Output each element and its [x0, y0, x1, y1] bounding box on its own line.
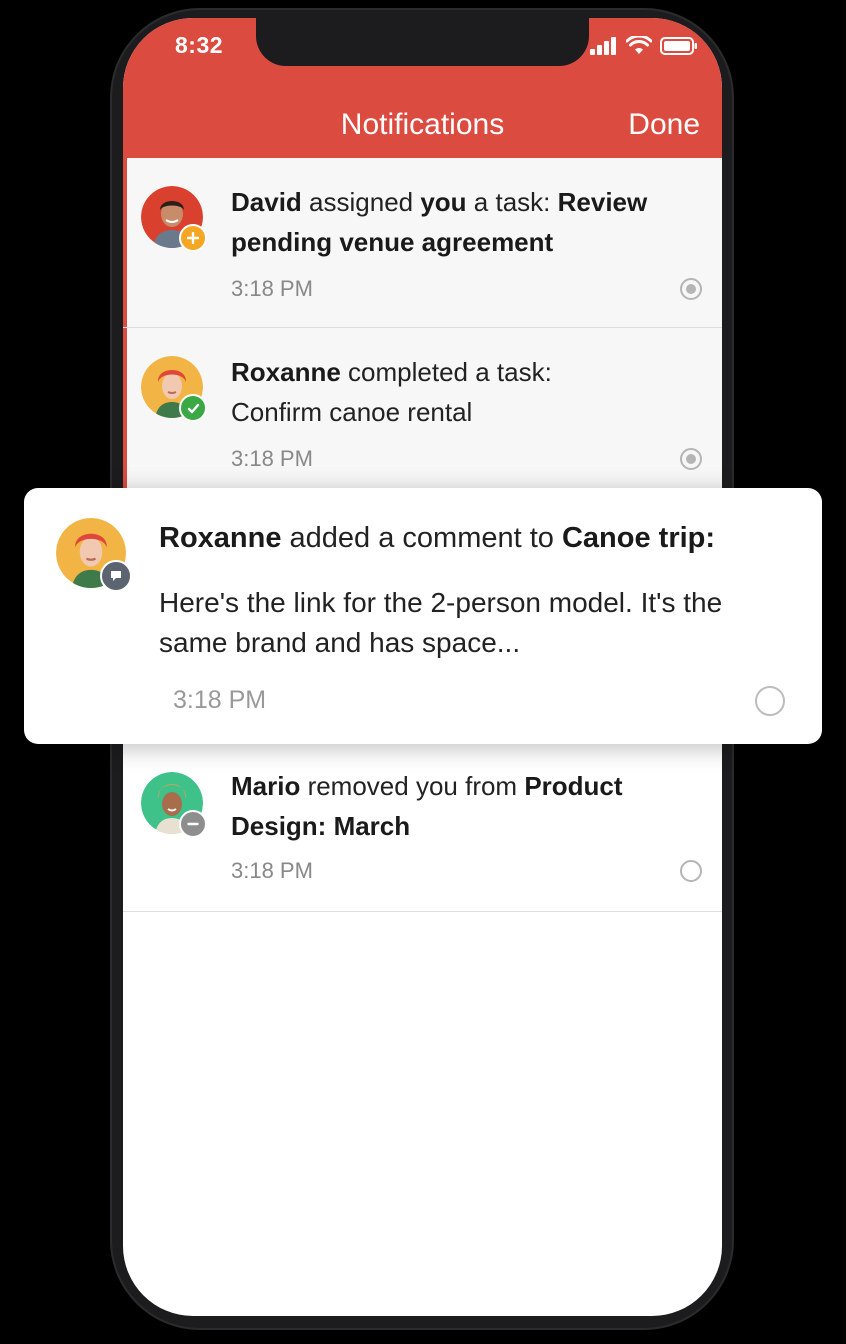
- comment-verb: added a comment to: [281, 522, 562, 554]
- actor-name: Roxanne: [231, 357, 341, 387]
- comment-notification-card[interactable]: Roxanne added a comment to Canoe trip: H…: [24, 488, 822, 744]
- stage: 8:32 Notifications Done David assigned y…: [0, 0, 846, 1344]
- phone-notch: [256, 18, 589, 66]
- notification-target: you: [420, 187, 467, 217]
- unread-indicator: [123, 328, 127, 507]
- notification-time: 3:18 PM: [231, 276, 313, 301]
- notification-verb: removed you from: [300, 771, 525, 801]
- notification-item[interactable]: David assigned you a task: Review pendin…: [123, 158, 722, 328]
- status-time: 8:32: [175, 32, 224, 58]
- avatar: [141, 772, 207, 838]
- wifi-icon: [626, 36, 652, 54]
- plus-icon: [179, 224, 207, 252]
- battery-icon: [660, 37, 697, 55]
- read-toggle[interactable]: [680, 860, 702, 882]
- notification-verb: completed a task:: [340, 357, 552, 387]
- unread-indicator: [123, 158, 127, 327]
- avatar: [141, 186, 207, 252]
- notification-text: Mario removed you from Product Design: M…: [231, 766, 692, 846]
- notification-verb: assigned: [301, 187, 421, 217]
- read-toggle[interactable]: [680, 448, 702, 470]
- actor-name: Mario: [231, 771, 301, 801]
- avatar: [56, 518, 132, 592]
- notification-item[interactable]: Roxanne completed a task: Confirm canoe r…: [123, 328, 722, 508]
- notification-mid: a task:: [466, 187, 558, 217]
- comment-title: Roxanne added a comment to Canoe trip:: [159, 518, 792, 558]
- comment-time: 3:18 PM: [173, 686, 267, 714]
- read-toggle[interactable]: [680, 278, 702, 300]
- comment-subject: Canoe trip:: [561, 522, 716, 554]
- comment-body: Here's the link for the 2-person model. …: [159, 587, 723, 658]
- check-icon: [179, 394, 207, 422]
- cellular-signal-icon: [590, 37, 616, 55]
- notification-subject: Confirm canoe rental: [231, 397, 473, 427]
- notification-time: 3:18 PM: [231, 858, 313, 883]
- status-icons: [590, 36, 698, 56]
- notification-item[interactable]: Mario removed you from Product Design: M…: [123, 744, 722, 912]
- actor-name: Roxanne: [159, 522, 282, 554]
- notification-text: David assigned you a task: Review pendin…: [231, 182, 692, 262]
- actor-name: David: [231, 187, 302, 217]
- comment-icon: [100, 560, 132, 592]
- notification-text: Roxanne completed a task: Confirm canoe r…: [231, 352, 692, 432]
- read-toggle[interactable]: [755, 686, 785, 716]
- notification-time: 3:18 PM: [231, 446, 313, 471]
- done-button[interactable]: Done: [628, 108, 700, 142]
- avatar: [141, 356, 207, 422]
- minus-icon: [179, 810, 207, 838]
